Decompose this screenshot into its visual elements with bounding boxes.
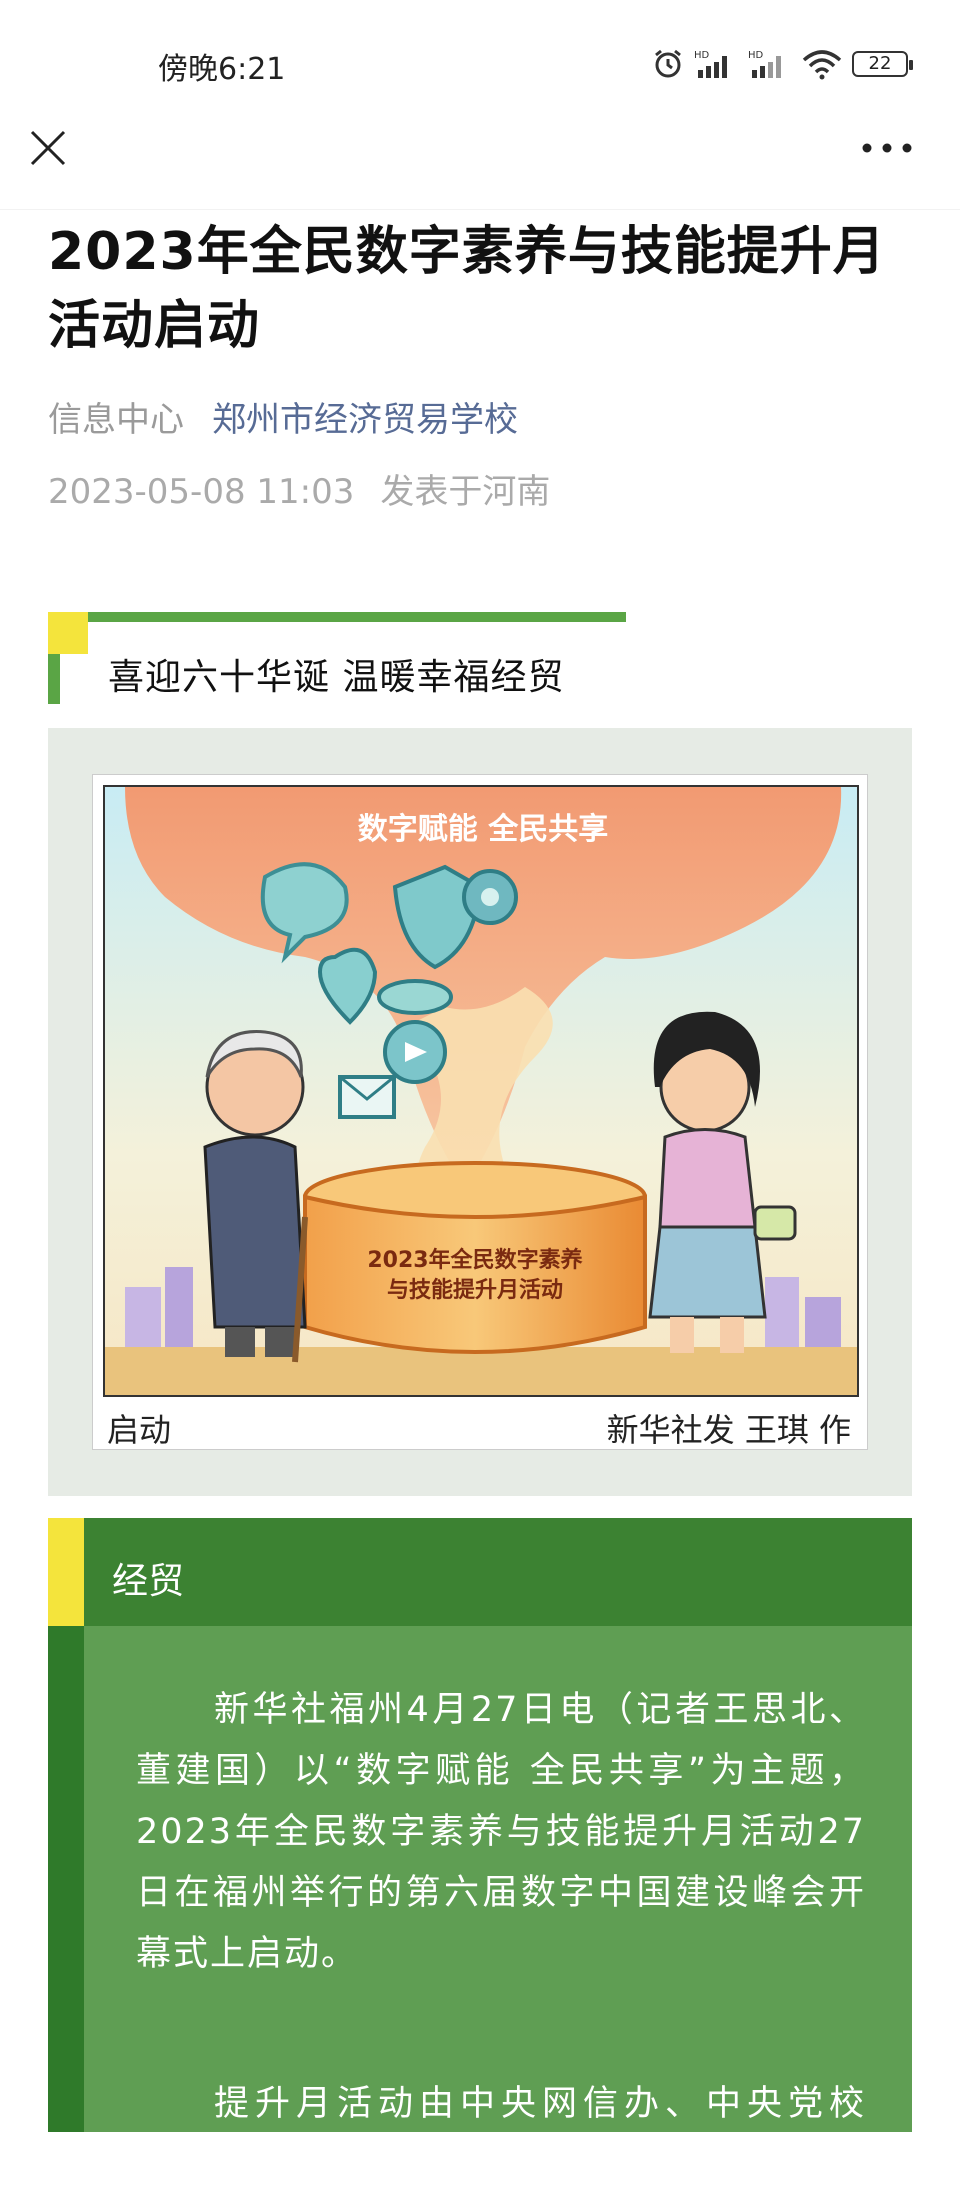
body-paragraph: 提升月活动由中央网信办、中央党校（国家行政学院）、教育部、科技部、工: [136, 2084, 866, 2185]
article-author: 信息中心: [48, 400, 184, 440]
article-location: 发表于河南: [380, 472, 551, 512]
block-yellow-marker: [48, 1518, 84, 1626]
block-label: 经贸: [112, 1561, 185, 1602]
illustration-panel: 数字赋能 全民共享 2023年全民数字素养 与技能提升月活动 启动 新华社发 王…: [48, 728, 912, 1496]
alarm-icon: [655, 49, 681, 78]
svg-text:HD: HD: [748, 50, 764, 61]
cartoon-illustration: 数字赋能 全民共享 2023年全民数字素养 与技能提升月活动: [103, 785, 859, 1397]
article-title: 2023年全民数字素养与技能提升月活动启动: [48, 222, 886, 356]
article-meta: 信息中心 郑州市经济贸易学校: [48, 392, 518, 441]
podium-line-1: 2023年全民数字素养: [367, 1247, 582, 1273]
section-heading-text: 喜迎六十华诞 温暖幸福经贸: [108, 657, 565, 698]
heading-left-bar: [48, 654, 60, 704]
block-body: 新华社福州4月27日电（记者王思北、董建国）以“数字赋能 全民共享”为主题，20…: [84, 1626, 912, 2185]
status-time: 傍晚6:21: [158, 52, 286, 87]
illustration-frame[interactable]: 数字赋能 全民共享 2023年全民数字素养 与技能提升月活动 启动 新华社发 王…: [92, 774, 868, 1450]
status-icons: HD HD 22: [652, 46, 913, 82]
heading-yellow-square: [48, 612, 88, 654]
illustration-caption-right: 新华社发 王琪 作: [606, 1411, 851, 1449]
article-date-line: 2023-05-08 11:03 发表于河南: [48, 464, 550, 513]
hd-signal-icon: HD: [694, 50, 727, 78]
article-date: 2023-05-08 11:03: [48, 472, 355, 512]
cartoon-image: 数字赋能 全民共享 2023年全民数字素养 与技能提升月活动: [105, 787, 857, 1395]
podium-line-2: 与技能提升月活动: [387, 1277, 563, 1303]
body-paragraph: 新华社福州4月27日电（记者王思北、董建国）以“数字赋能 全民共享”为主题，20…: [136, 1690, 866, 1974]
illustration-banner: 数字赋能 全民共享: [358, 812, 608, 847]
close-icon[interactable]: [28, 128, 68, 168]
illustration-caption-left: 启动: [107, 1411, 172, 1449]
block-header: 经贸: [48, 1518, 912, 1626]
wifi-icon: [802, 50, 842, 80]
heading-top-bar: [48, 612, 626, 622]
article-body-block: 经贸 新华社福州4月27日电（记者王思北、董建国）以“数字赋能 全民共享”为主题…: [48, 1518, 912, 2185]
svg-text:HD: HD: [694, 50, 710, 61]
nav-bar: [0, 110, 960, 210]
more-icon[interactable]: [860, 138, 914, 158]
hd-signal-icon: HD: [748, 50, 781, 78]
battery-icon: 22: [852, 51, 913, 77]
section-heading: 喜迎六十华诞 温暖幸福经贸: [48, 612, 628, 704]
account-link[interactable]: 郑州市经济贸易学校: [212, 400, 518, 440]
